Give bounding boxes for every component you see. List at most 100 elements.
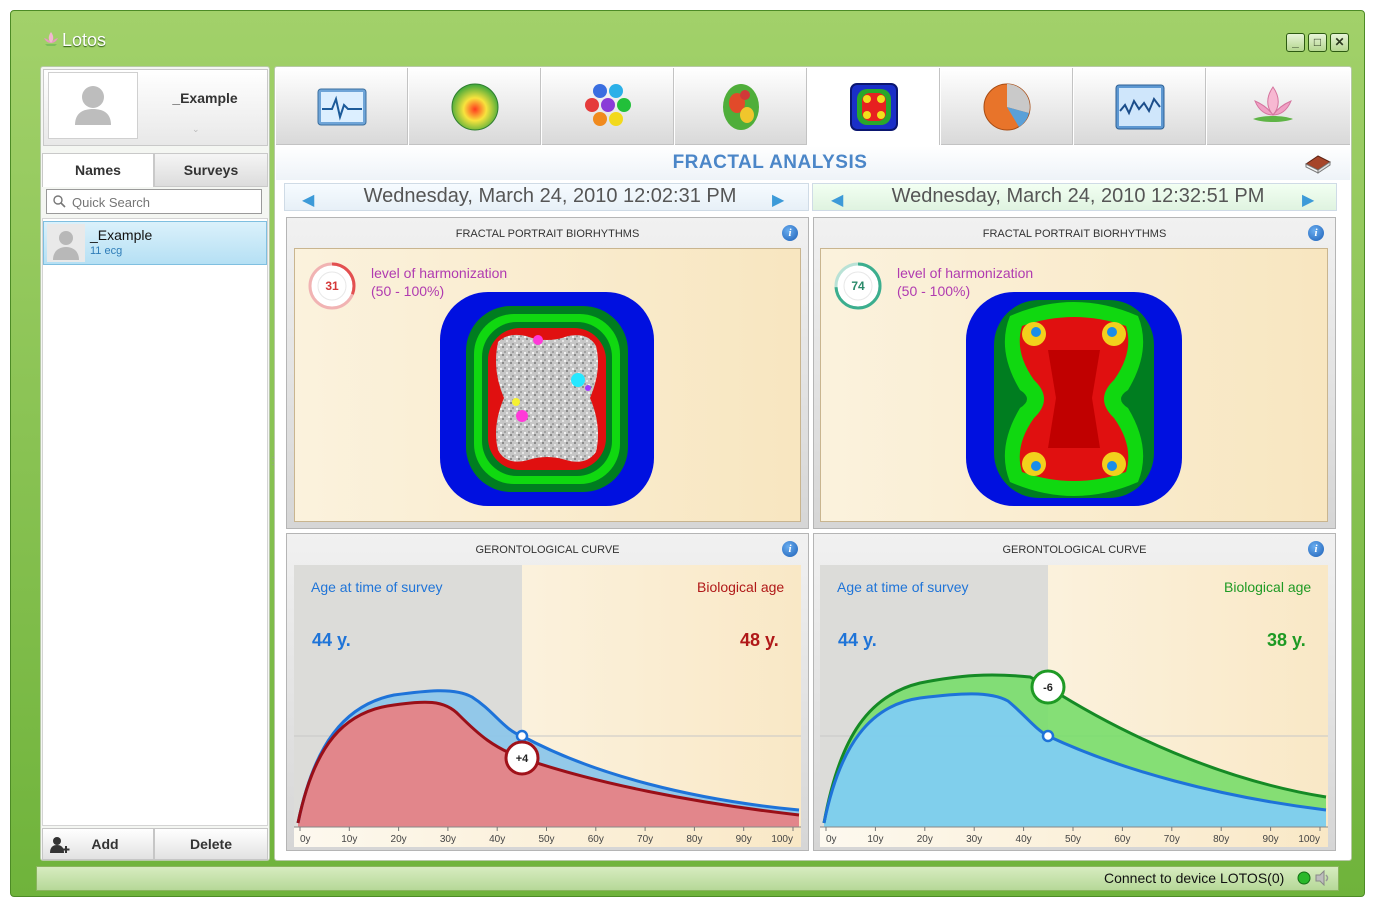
age-difference-badge-left: +4	[516, 753, 529, 765]
axis-tick-label: 70y	[637, 834, 653, 845]
tool-ecg-button[interactable]	[276, 68, 408, 145]
axis-tick-label: 20y	[391, 834, 407, 845]
axis-tick-label: 10y	[867, 834, 883, 845]
axis-tick-label: 40y	[489, 834, 505, 845]
avatar	[48, 72, 138, 139]
info-icon[interactable]: i	[1308, 225, 1324, 241]
list-item-count: 11 ecg	[90, 245, 123, 257]
axis-tick-label: 50y	[538, 834, 554, 845]
age-difference-badge-right: -6	[1043, 682, 1053, 694]
chevron-down-icon[interactable]: ⌄	[192, 124, 200, 135]
tool-fractal-button[interactable]	[808, 68, 940, 145]
tab-names[interactable]: Names	[42, 153, 154, 187]
splitter-handle[interactable]: ⋮	[268, 456, 278, 467]
survey-date-left: Wednesday, March 24, 2010 12:02:31 PM	[363, 185, 737, 207]
add-user-button[interactable]: Add	[42, 828, 154, 860]
age-survey-value-right: 44 y.	[838, 630, 877, 650]
axis-tick-label: 80y	[1213, 834, 1229, 845]
chakra-hexagons-icon	[585, 84, 631, 126]
lotus-logo-icon	[44, 32, 58, 46]
fractal-panel-title-right: FRACTAL PORTRAIT BIORHYTHMS	[982, 228, 1167, 240]
page-title: FRACTAL ANALYSIS	[672, 152, 868, 173]
add-user-icon	[50, 837, 70, 853]
axis-tick-label: 90y	[736, 834, 752, 845]
harmonization-label-left: level of harmonization	[371, 265, 508, 281]
close-button[interactable]: ✕	[1330, 33, 1349, 52]
user-silhouette-icon	[75, 86, 111, 125]
axis-tick-label: 90y	[1263, 834, 1279, 845]
status-text: Connect to device LOTOS(0)	[1104, 870, 1285, 886]
profile-name: _Example	[172, 90, 238, 106]
curve-panel-title-right: GERONTOLOGICAL CURVE	[1002, 544, 1147, 556]
energy-ball-icon	[451, 83, 499, 131]
harmonization-gauge-right: 74	[834, 262, 882, 310]
maximize-button[interactable]: □	[1308, 33, 1327, 52]
info-icon[interactable]: i	[782, 541, 798, 557]
age-survey-value-left: 44 y.	[312, 630, 351, 650]
speaker-icon[interactable]	[1314, 870, 1332, 886]
prev-date-right-arrow-icon[interactable]: ◀	[831, 190, 843, 210]
axis-tick-label: 50y	[1065, 834, 1081, 845]
minimize-button[interactable]: _	[1286, 33, 1305, 52]
tab-surveys[interactable]: Surveys	[154, 153, 268, 187]
axis-tick-label: 60y	[588, 834, 604, 845]
gerontological-curve-right: 0y 10y 20y 30y 40y 50y 60y 70y 80y 90y 100y -6	[820, 565, 1328, 847]
biological-age-label-right: Biological age	[1224, 579, 1312, 595]
add-button-label: Add	[91, 836, 119, 852]
axis-tick-label: 40y	[1016, 834, 1032, 845]
connection-status-icon	[1297, 871, 1311, 885]
search-icon	[53, 195, 66, 208]
ecg-icon	[317, 88, 367, 126]
gerontological-curve-left: 0y 10y 20y 30y 40y 50y 60y 70y 80y 90y 100y +4	[294, 565, 801, 847]
axis-tick-label: 30y	[440, 834, 456, 845]
survey-date-right: Wednesday, March 24, 2010 12:32:51 PM	[891, 185, 1265, 207]
age-survey-label-left: Age at time of survey	[311, 579, 443, 595]
tool-lotus-button[interactable]	[1207, 68, 1350, 145]
next-date-right-arrow-icon[interactable]: ▶	[1302, 190, 1314, 210]
lotus-icon	[1253, 86, 1293, 122]
biological-age-value-left: 48 y.	[740, 630, 779, 650]
tool-spectrum-button[interactable]	[1074, 68, 1206, 145]
harmonization-label-right: level of harmonization	[897, 265, 1034, 281]
next-date-left-arrow-icon[interactable]: ▶	[772, 190, 784, 210]
harmonization-range-right: (50 - 100%)	[897, 283, 971, 299]
axis-tick-label: 0y	[826, 834, 837, 845]
pie-chart-icon	[983, 83, 1031, 131]
help-book-icon[interactable]	[1304, 152, 1332, 174]
axis-tick-label: 80y	[686, 834, 702, 845]
harmonization-range-left: (50 - 100%)	[371, 283, 445, 299]
axis-tick-label: 30y	[966, 834, 982, 845]
spectrum-chart-icon	[1115, 84, 1165, 130]
age-survey-label-right: Age at time of survey	[837, 579, 969, 595]
info-icon[interactable]: i	[1308, 541, 1324, 557]
axis-tick-label: 100y	[1298, 834, 1320, 845]
tool-chakra-button[interactable]	[542, 68, 674, 145]
list-item-name: _Example	[90, 227, 153, 243]
curve-panel-title-left: GERONTOLOGICAL CURVE	[475, 544, 620, 556]
tool-pie-button[interactable]	[941, 68, 1073, 145]
title-bar[interactable]	[14, 14, 1363, 56]
fractal-portrait-left	[440, 292, 654, 506]
axis-tick-label: 60y	[1114, 834, 1130, 845]
axis-tick-label: 0y	[300, 834, 311, 845]
axis-tick-label: 10y	[341, 834, 357, 845]
delete-button[interactable]: Delete	[154, 828, 268, 860]
names-list	[42, 218, 268, 826]
user-avatar-icon	[47, 224, 85, 262]
fractal-portrait-right	[966, 292, 1182, 506]
prev-date-left-arrow-icon[interactable]: ◀	[302, 190, 314, 210]
info-icon[interactable]: i	[782, 225, 798, 241]
biological-age-value-right: 38 y.	[1267, 630, 1306, 650]
brain-map-icon	[723, 84, 759, 130]
tool-energy-button[interactable]	[409, 68, 541, 145]
app-title: Lotos	[62, 30, 107, 50]
axis-tick-label: 20y	[917, 834, 933, 845]
search-input[interactable]	[72, 192, 257, 212]
fractal-icon	[850, 83, 898, 131]
biological-age-label-left: Biological age	[697, 579, 785, 595]
harmonization-value-right: 74	[851, 279, 865, 293]
harmonization-gauge-left: 31	[308, 262, 356, 310]
tool-brain-button[interactable]	[675, 68, 807, 145]
axis-tick-label: 100y	[771, 834, 793, 845]
axis-tick-label: 70y	[1164, 834, 1180, 845]
